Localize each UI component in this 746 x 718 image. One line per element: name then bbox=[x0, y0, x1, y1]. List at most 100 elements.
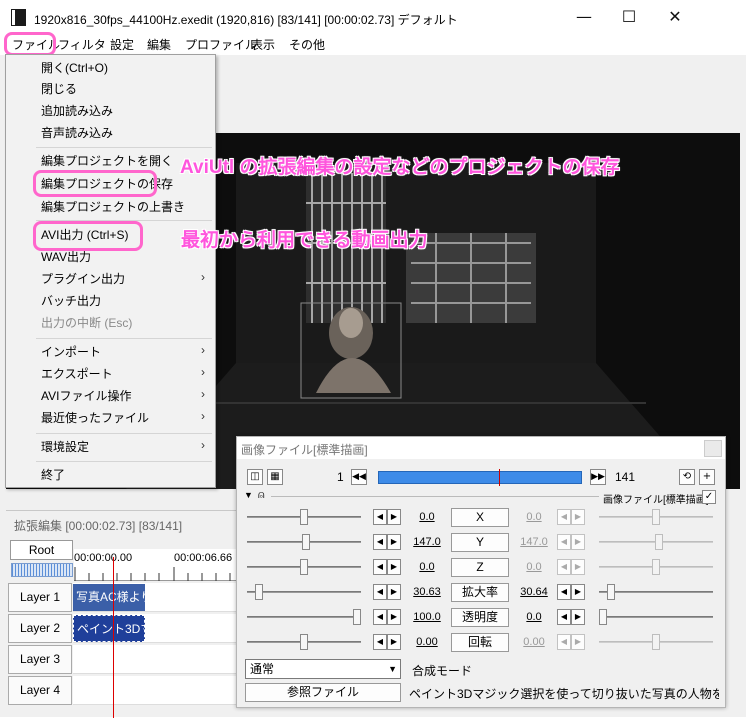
increment-arrow-icon[interactable]: ▶ bbox=[387, 584, 401, 600]
prev-keyframe-button[interactable]: ◀◀ bbox=[351, 469, 367, 485]
menu-avi-file-ops[interactable]: AVIファイル操作 bbox=[41, 387, 131, 405]
collapse-triangle-icon[interactable]: ▼ bbox=[244, 490, 253, 500]
blend-mode-select[interactable]: 通常 ▼ bbox=[245, 659, 401, 679]
menu-batch-output[interactable]: バッチ出力 bbox=[41, 292, 101, 310]
frame-position-bar[interactable] bbox=[378, 469, 582, 486]
menu-import[interactable]: インポート bbox=[41, 343, 101, 361]
param-right-value[interactable]: 0.0 bbox=[516, 511, 552, 523]
layer-4-track[interactable] bbox=[73, 676, 246, 705]
layer-1-button[interactable]: Layer 1 bbox=[8, 583, 72, 612]
minimize-button[interactable]: — bbox=[561, 4, 607, 30]
right-slider-thumb[interactable] bbox=[652, 634, 660, 650]
left-value-stepper[interactable]: ◀ ▶ bbox=[373, 559, 401, 575]
param-name-button[interactable]: Y bbox=[451, 533, 509, 552]
param-left-value[interactable]: 0.0 bbox=[409, 511, 445, 523]
decrement-arrow-icon[interactable]: ◀ bbox=[373, 634, 387, 650]
increment-arrow-icon[interactable]: ▶ bbox=[387, 609, 401, 625]
menu-add-load[interactable]: 追加読み込み bbox=[41, 102, 113, 120]
right-value-stepper[interactable]: ◀ ▶ bbox=[557, 534, 585, 550]
param-right-value[interactable]: 0.0 bbox=[516, 611, 552, 623]
camera-icon[interactable]: ◫ bbox=[247, 469, 263, 485]
right-slider-thumb[interactable] bbox=[655, 534, 663, 550]
menu-other[interactable]: その他 bbox=[289, 36, 325, 53]
param-left-value[interactable]: 0.0 bbox=[409, 561, 445, 573]
reference-file-button[interactable]: 参照ファイル bbox=[245, 683, 401, 702]
left-value-stepper[interactable]: ◀ ▶ bbox=[373, 584, 401, 600]
left-slider-track[interactable] bbox=[247, 591, 361, 593]
decrement-arrow-icon[interactable]: ◀ bbox=[373, 559, 387, 575]
dialog-close-button[interactable] bbox=[704, 440, 722, 457]
timeline-ruler[interactable]: 00:00:00.00 00:00:06.66 bbox=[74, 549, 246, 581]
param-name-button[interactable]: 拡大率 bbox=[451, 583, 509, 602]
menu-close[interactable]: 閉じる bbox=[41, 80, 77, 98]
menu-audio-load[interactable]: 音声読み込み bbox=[41, 124, 113, 142]
decrement-arrow-icon[interactable]: ◀ bbox=[557, 559, 571, 575]
increment-arrow-icon[interactable]: ▶ bbox=[571, 609, 585, 625]
right-value-stepper[interactable]: ◀ ▶ bbox=[557, 509, 585, 525]
menu-preferences[interactable]: 環境設定 bbox=[41, 438, 89, 456]
layer-1-track[interactable]: 写真AC様より bbox=[73, 583, 246, 612]
increment-arrow-icon[interactable]: ▶ bbox=[387, 534, 401, 550]
param-name-button[interactable]: 回転 bbox=[451, 633, 509, 652]
root-button[interactable]: Root bbox=[10, 540, 73, 560]
layer-2-track[interactable]: ペイント3Dマジ bbox=[73, 614, 246, 643]
left-slider-thumb[interactable] bbox=[353, 609, 361, 625]
right-value-stepper[interactable]: ◀ ▶ bbox=[557, 584, 585, 600]
increment-arrow-icon[interactable]: ▶ bbox=[387, 559, 401, 575]
layer-3-button[interactable]: Layer 3 bbox=[8, 645, 72, 674]
decrement-arrow-icon[interactable]: ◀ bbox=[557, 634, 571, 650]
menu-open[interactable]: 開く(Ctrl+O) bbox=[41, 59, 108, 77]
left-slider-thumb[interactable] bbox=[255, 584, 263, 600]
close-button[interactable]: ✕ bbox=[652, 4, 698, 30]
param-name-button[interactable]: 透明度 bbox=[451, 608, 509, 627]
param-right-value[interactable]: 0.00 bbox=[516, 636, 552, 648]
left-value-stepper[interactable]: ◀ ▶ bbox=[373, 609, 401, 625]
right-slider-track[interactable] bbox=[599, 591, 713, 593]
menu-recent-files[interactable]: 最近使ったファイル bbox=[41, 409, 149, 427]
increment-arrow-icon[interactable]: ▶ bbox=[387, 634, 401, 650]
right-slider-thumb[interactable] bbox=[599, 609, 607, 625]
param-right-value[interactable]: 0.0 bbox=[516, 561, 552, 573]
param-left-value[interactable]: 147.0 bbox=[409, 536, 445, 548]
timeline-playhead[interactable] bbox=[113, 557, 114, 718]
decrement-arrow-icon[interactable]: ◀ bbox=[373, 584, 387, 600]
param-left-value[interactable]: 100.0 bbox=[409, 611, 445, 623]
right-value-stepper[interactable]: ◀ ▶ bbox=[557, 559, 585, 575]
decrement-arrow-icon[interactable]: ◀ bbox=[373, 509, 387, 525]
menu-plugin-output[interactable]: プラグイン出力 bbox=[41, 270, 211, 288]
param-name-button[interactable]: Z bbox=[451, 558, 509, 577]
menu-profile[interactable]: プロファイル bbox=[185, 36, 257, 53]
left-value-stepper[interactable]: ◀ ▶ bbox=[373, 634, 401, 650]
decrement-arrow-icon[interactable]: ◀ bbox=[557, 584, 571, 600]
left-slider-thumb[interactable] bbox=[300, 559, 308, 575]
decrement-arrow-icon[interactable]: ◀ bbox=[557, 509, 571, 525]
left-slider-thumb[interactable] bbox=[300, 509, 308, 525]
param-left-value[interactable]: 30.63 bbox=[409, 586, 445, 598]
increment-arrow-icon[interactable]: ▶ bbox=[387, 509, 401, 525]
maximize-button[interactable]: ☐ bbox=[606, 4, 652, 30]
increment-arrow-icon[interactable]: ▶ bbox=[571, 584, 585, 600]
right-value-stepper[interactable]: ◀ ▶ bbox=[557, 634, 585, 650]
menu-view[interactable]: 表示 bbox=[251, 36, 275, 53]
clip-paint3d[interactable]: ペイント3Dマジ bbox=[73, 615, 145, 642]
decrement-arrow-icon[interactable]: ◀ bbox=[373, 534, 387, 550]
decrement-arrow-icon[interactable]: ◀ bbox=[557, 609, 571, 625]
param-right-value[interactable]: 30.64 bbox=[516, 586, 552, 598]
menu-filter[interactable]: フィルタ bbox=[58, 36, 106, 53]
layer-2-button[interactable]: Layer 2 bbox=[8, 614, 72, 643]
menu-overwrite-project[interactable]: 編集プロジェクトの上書き bbox=[41, 198, 185, 216]
right-slider-thumb[interactable] bbox=[652, 509, 660, 525]
right-value-stepper[interactable]: ◀ ▶ bbox=[557, 609, 585, 625]
left-value-stepper[interactable]: ◀ ▶ bbox=[373, 509, 401, 525]
menu-edit[interactable]: 編集 bbox=[147, 36, 171, 53]
frame-marker[interactable] bbox=[499, 469, 500, 486]
param-right-value[interactable]: 147.0 bbox=[516, 536, 552, 548]
increment-arrow-icon[interactable]: ▶ bbox=[571, 634, 585, 650]
left-slider-track[interactable] bbox=[247, 616, 361, 618]
next-keyframe-button[interactable]: ▶▶ bbox=[590, 469, 606, 485]
grid-icon[interactable]: ▦ bbox=[267, 469, 283, 485]
increment-arrow-icon[interactable]: ▶ bbox=[571, 534, 585, 550]
right-slider-thumb[interactable] bbox=[607, 584, 615, 600]
left-slider-thumb[interactable] bbox=[300, 634, 308, 650]
menu-export[interactable]: エクスポート bbox=[41, 365, 113, 383]
